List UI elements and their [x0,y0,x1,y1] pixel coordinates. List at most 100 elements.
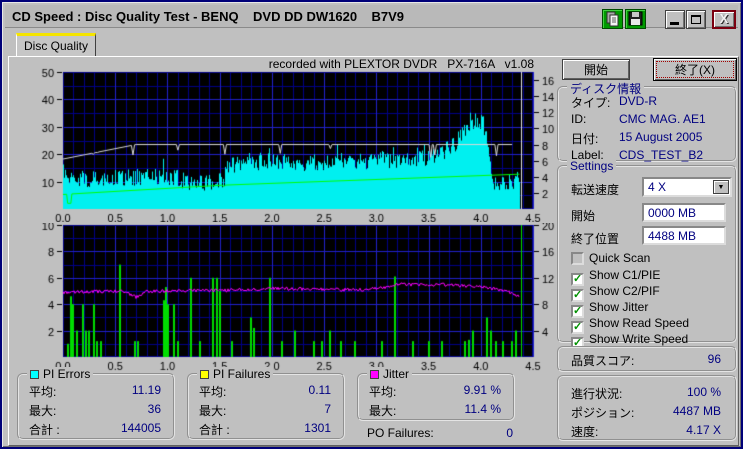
quality-score-value: 96 [707,352,721,366]
pi-failures-stats-box: PI Failures 平均: 0.11 最大: 7 合計 : 1301 [187,367,345,440]
progress-box: 進行状況: 100 % ポジション: 4487 MB 速度: 4.17 X [557,375,737,441]
progress-label: 進行状況: [571,387,623,401]
start-pos-value: 0000 MB [648,206,697,220]
stat-row: 最大: 7 [199,402,333,419]
end-pos-label: 終了位置 [571,232,620,246]
speed-readout-label: 速度: [571,425,599,439]
pi-failures-title: PI Failures [213,367,271,381]
quality-score-label: 品質スコア: [571,354,635,368]
checkbox-icon[interactable] [571,252,584,265]
checkbox-label: Quick Scan [589,251,651,265]
close-icon: X [719,11,729,26]
pi-errors-stats-box: PI Errors 平均: 11.19 最大: 36 合計 : 144005 [17,367,175,440]
speed-label: 転送速度 [571,183,620,197]
disc-date-label: 日付: [571,132,599,146]
start-pos-label: 開始 [571,209,596,223]
po-failures-label: PO Failures: [367,426,434,440]
pi-errors-chart [22,57,557,222]
position-label: ポジション: [571,406,635,420]
speed-readout-value: 4.17 X [686,423,721,437]
checkbox-label: Show Jitter [589,300,649,314]
disc-label-value: CDS_TEST_B2 [619,148,704,162]
jitter-stats-box: Jitter 平均: 9.91 % 最大: 11.4 % [357,367,515,421]
total-value: 144005 [120,421,161,435]
disc-type-value: DVD-R [619,94,657,108]
max-value: 7 [324,402,331,416]
stat-row: 合計 : 1301 [199,421,333,438]
avg-value: 11.19 [131,383,161,397]
max-label: 最大: [29,404,57,418]
settings-title: Settings [567,159,617,173]
exit-button[interactable]: 終了(X) [653,58,737,81]
pi-failures-color-swatch [200,370,209,379]
checkbox-label: Show C1/PIE [589,268,661,282]
po-failures-row: PO Failures: 0 [367,426,515,440]
po-failures-value: 0 [506,426,513,440]
pi-failures-legend: PI Failures [197,367,274,381]
total-label: 合計 : [29,423,60,437]
floppy-disk-icon [628,11,643,26]
pi-errors-title: PI Errors [43,367,91,381]
checkbox-show-c1-pie[interactable]: ✓ Show C1/PIE [571,268,661,286]
minimize-icon [670,22,679,25]
max-value: 11.4 % [464,402,501,416]
pi-errors-color-swatch [30,370,39,379]
copy-results-icon[interactable] [602,9,623,29]
stat-row: 最大: 11.4 % [369,402,503,419]
minimize-button[interactable] [665,10,685,29]
chevron-down-icon[interactable]: ▼ [713,180,729,194]
pi-errors-legend: PI Errors [27,367,94,381]
tab-disc-quality[interactable]: Disc Quality [16,33,96,57]
title-bar[interactable]: CD Speed : Disc Quality Test - BENQ DVD … [5,5,738,29]
disc-id-label: ID: [571,112,587,126]
stat-row: 平均: 0.11 [199,383,333,400]
position-value: 4487 MB [672,404,721,418]
disc-type-label: タイプ: [571,96,611,110]
checkbox-label: Show C2/PIF [589,284,660,298]
close-button[interactable]: X [712,10,736,29]
disc-date-value: 15 August 2005 [619,130,703,144]
avg-label: 平均: [369,385,397,399]
jitter-color-swatch [370,370,379,379]
checkbox-show-jitter[interactable]: ✓ Show Jitter [571,300,649,318]
stat-row: 合計 : 144005 [29,421,163,438]
pi-failures-jitter-chart [22,223,557,371]
save-results-icon[interactable] [625,9,646,29]
max-value: 36 [147,402,161,416]
total-label: 合計 : [199,423,230,437]
end-pos-input[interactable]: 4488 MB [642,226,726,245]
tab-label: Disc Quality [23,39,88,53]
maximize-button[interactable] [686,10,706,29]
avg-label: 平均: [199,385,227,399]
app-window: CD Speed : Disc Quality Test - BENQ DVD … [0,0,743,449]
checkbox-show-read-speed[interactable]: ✓ Show Read Speed [571,316,690,334]
progress-value: 100 % [686,385,721,399]
checkbox-quick-scan[interactable]: Quick Scan [571,251,650,266]
total-value: 1301 [304,421,331,435]
start-pos-input[interactable]: 0000 MB [642,203,726,222]
copy-icon [606,11,619,27]
window-title: CD Speed : Disc Quality Test - BENQ DVD … [12,9,405,24]
checkbox-show-write-speed[interactable]: ✓ Show Write Speed [571,332,689,350]
stat-row: 平均: 11.19 [29,383,163,400]
avg-value: 0.11 [308,383,331,397]
speed-combobox[interactable]: 4 X ▼ [642,177,732,197]
start-button[interactable]: 開始 [562,59,630,80]
jitter-title: Jitter [383,367,410,381]
disc-id-value: CMC MAG. AE1 [619,112,706,126]
avg-label: 平均: [29,385,57,399]
quality-score-box: 品質スコア: 96 [557,346,737,372]
checkbox-label: Show Read Speed [589,316,690,330]
settings-box: Settings 転送速度 4 X ▼ 開始 0000 MB 終了位置 4488… [557,159,737,350]
stat-row: 最大: 36 [29,402,163,419]
max-label: 最大: [369,404,397,418]
disc-info-box: ディスク情報 タイプ: DVD-R ID: CMC MAG. AE1 日付: 1… [557,80,737,162]
max-label: 最大: [199,404,227,418]
end-pos-value: 4488 MB [648,229,697,243]
checkbox-label: Show Write Speed [589,332,689,346]
checkbox-show-c2-pif[interactable]: ✓ Show C2/PIF [571,284,660,302]
speed-value: 4 X [648,180,667,194]
maximize-icon [691,15,701,24]
stat-row: 平均: 9.91 % [369,383,503,400]
jitter-legend: Jitter [367,367,413,381]
